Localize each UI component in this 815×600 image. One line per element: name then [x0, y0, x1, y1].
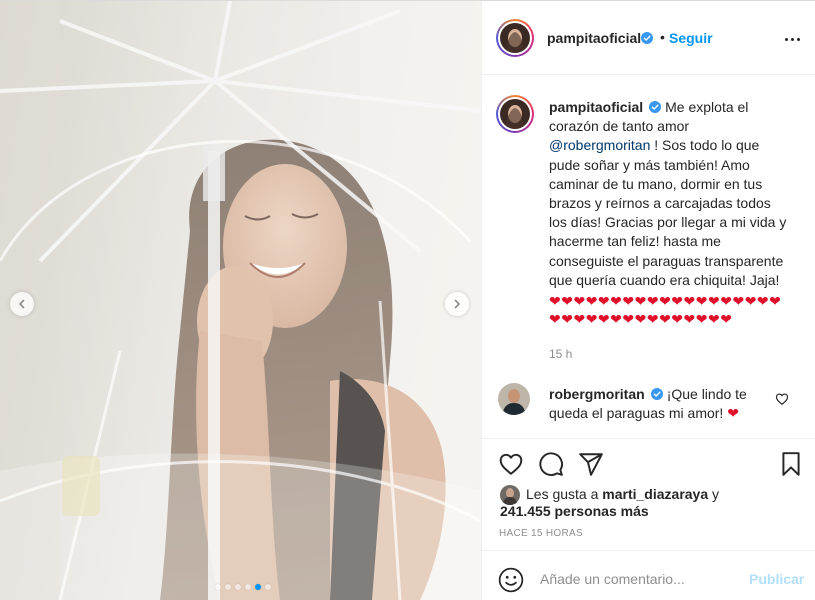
caption-text-rest: ! Sos todo lo que pude soñar y más tambi… — [549, 137, 787, 288]
comment: robergmoritan ¡Que lindo te queda el para… — [549, 385, 764, 423]
caption-author-avatar[interactable] — [496, 95, 534, 133]
chevron-left-icon — [19, 299, 25, 309]
post-header: pampitaoficial • Seguir — [482, 1, 815, 75]
smiley-icon[interactable] — [498, 567, 524, 593]
avatar-photo — [500, 99, 530, 129]
verified-badge-icon — [650, 388, 663, 400]
instagram-post: pampitaoficial • Seguir pampitaoficial M… — [0, 0, 815, 600]
more-options-icon[interactable] — [782, 31, 802, 47]
speech-bubble-icon[interactable] — [538, 451, 564, 477]
post-timestamp[interactable]: HACE 15 HORAS — [499, 528, 583, 539]
verified-badge-icon — [649, 101, 662, 113]
verified-badge-icon — [641, 32, 653, 44]
caption-timestamp[interactable]: 15 h — [549, 347, 572, 361]
post-photo — [0, 1, 481, 600]
carousel-indicator — [0, 584, 481, 590]
likes-count[interactable]: 241.455 personas más — [500, 502, 649, 521]
commenter-username[interactable]: robergmoritan — [549, 386, 645, 402]
likes-conjunction: y — [712, 486, 720, 502]
paper-plane-icon[interactable] — [578, 451, 604, 477]
carousel-prev-button[interactable] — [10, 292, 34, 316]
author-avatar[interactable] — [496, 19, 534, 57]
carousel-dot — [225, 584, 231, 590]
add-comment-bar: Publicar — [482, 550, 815, 600]
bookmark-icon[interactable] — [778, 451, 804, 477]
post-side-panel: pampitaoficial • Seguir pampitaoficial M… — [481, 1, 815, 600]
action-bar — [482, 438, 815, 488]
heart-outline-icon[interactable] — [498, 451, 524, 477]
avatar-photo — [498, 383, 530, 415]
chevron-right-icon — [454, 299, 460, 309]
caption-mention-link[interactable]: @robergmoritan — [549, 137, 650, 153]
comment-emoji: ❤ — [727, 405, 739, 422]
author-username[interactable]: pampitaoficial — [547, 30, 641, 46]
post-caption: pampitaoficial Me explota el corazón de t… — [549, 98, 789, 328]
liker-username[interactable]: marti_diazaraya — [602, 486, 708, 502]
carousel-dot — [255, 584, 261, 590]
commenter-avatar[interactable] — [498, 383, 530, 415]
likes-prefix: Les gusta a — [526, 486, 599, 502]
comment-input[interactable] — [538, 564, 738, 594]
header-separator: • — [660, 29, 665, 45]
avatar-photo — [500, 23, 530, 53]
carousel-dot — [215, 584, 221, 590]
publish-button[interactable]: Publicar — [749, 571, 804, 587]
caption-hearts: ❤❤❤❤❤❤❤❤❤❤❤❤❤❤❤❤❤❤❤❤❤❤❤❤❤❤❤❤❤❤❤❤❤❤ — [549, 293, 782, 328]
caption-author-username[interactable]: pampitaoficial — [549, 99, 643, 115]
follow-button[interactable]: Seguir — [669, 30, 713, 46]
carousel-dot — [245, 584, 251, 590]
carousel-dot — [265, 584, 271, 590]
post-media[interactable] — [0, 1, 481, 600]
heart-outline-icon[interactable] — [775, 392, 789, 406]
carousel-dot — [235, 584, 241, 590]
carousel-next-button[interactable] — [445, 292, 469, 316]
